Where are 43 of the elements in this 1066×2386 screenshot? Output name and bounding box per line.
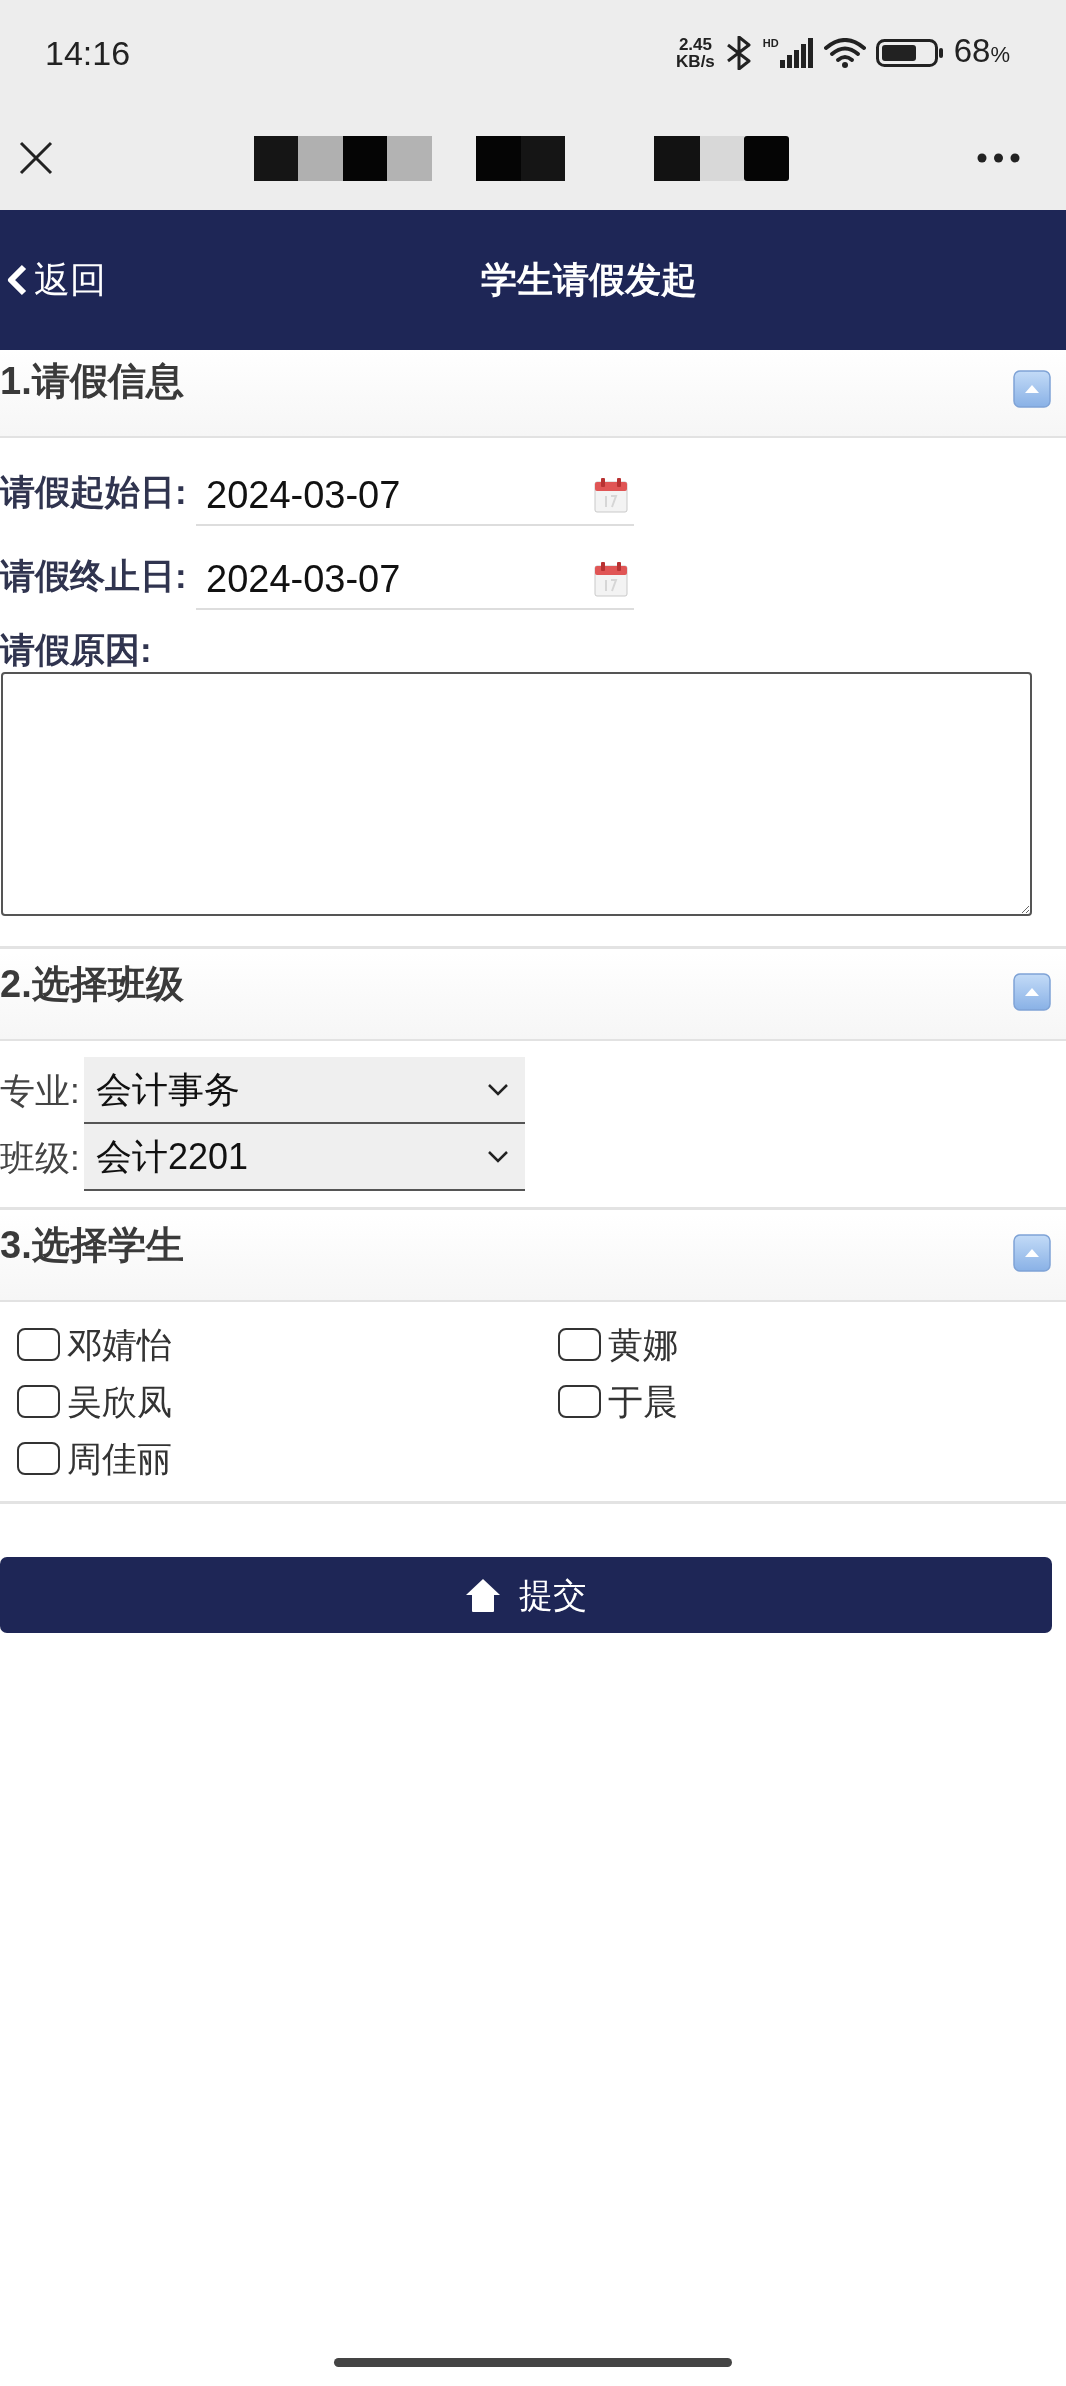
submit-button[interactable]: 提交 (0, 1557, 1052, 1633)
student-name: 吴欣凤 (67, 1380, 172, 1423)
section-title: 2.选择班级 (0, 962, 184, 1007)
student-name: 黄娜 (608, 1323, 678, 1366)
bluetooth-icon (724, 36, 753, 70)
checkbox[interactable] (558, 1328, 601, 1361)
field-label: 请假终止日: (0, 555, 188, 597)
calendar-icon[interactable] (594, 561, 628, 597)
field-label: 请假起始日: (0, 471, 188, 513)
page-title: 学生请假发起 (481, 259, 697, 300)
field-label: 请假原因: (0, 629, 153, 671)
checkbox[interactable] (17, 1442, 60, 1475)
wifi-icon (823, 38, 866, 68)
network-speed: 2.45 (677, 36, 713, 53)
field-label: 班级: (0, 1136, 81, 1179)
section-title: 3.选择学生 (0, 1223, 184, 1268)
network-speed-unit: KB/s (676, 53, 715, 70)
back-link[interactable]: 返回 (0, 258, 112, 302)
dropdown-select[interactable]: 会计事务 (84, 1057, 525, 1124)
chevron-down-icon (487, 1149, 509, 1164)
battery-percent: 68% (953, 31, 1010, 71)
section-title: 1.请假信息 (0, 359, 184, 404)
more-icon[interactable] (977, 153, 1020, 163)
student-name: 于晨 (608, 1380, 678, 1423)
status-time: 14:16 (45, 33, 131, 73)
date-field[interactable]: 2024-03-07 (196, 466, 634, 526)
dropdown-select[interactable]: 会计2201 (84, 1124, 525, 1191)
close-icon[interactable] (19, 141, 53, 175)
battery-icon (875, 39, 944, 67)
date-field[interactable]: 2024-03-07 (196, 550, 634, 610)
chevron-down-icon (487, 1082, 509, 1097)
signal-icon (779, 38, 814, 68)
student-name: 周佳丽 (67, 1437, 172, 1480)
chevron-left-icon (6, 263, 28, 297)
house-icon (465, 1578, 501, 1612)
checkbox[interactable] (558, 1385, 601, 1418)
checkbox[interactable] (17, 1385, 60, 1418)
reason-textarea[interactable] (1, 672, 1032, 916)
checkbox[interactable] (17, 1328, 60, 1361)
calendar-icon[interactable] (594, 477, 628, 513)
signal-label: HD (762, 38, 779, 49)
field-label: 专业: (0, 1069, 81, 1112)
student-name: 邓婧怡 (67, 1323, 172, 1366)
